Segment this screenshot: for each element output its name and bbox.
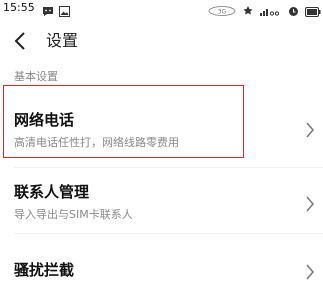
status-bar: 15:55 3G [0,0,323,18]
section-header-basic: 基本设置 [14,70,58,83]
chevron-right-icon [306,264,314,280]
page-title: 设置 [46,31,79,50]
row-subtitle: 导入导出与SIM卡联系人 [14,208,133,221]
back-button[interactable] [8,28,32,54]
status-left-icons [42,2,70,21]
alarm-icon [288,2,299,21]
nav-bar: 设置 [0,24,323,58]
svg-text:3G: 3G [218,9,227,16]
row-subtitle: 高清电话任性打，网络线路零费用 [14,136,179,149]
divider [14,167,323,168]
settings-row-network-call[interactable]: 网络电话 高清电话任性打，网络线路零费用 [0,90,323,150]
status-right-icons: 3G [208,2,321,21]
signal-icon [260,2,282,21]
chevron-right-icon [306,196,314,212]
row-title: 联系人管理 [14,183,90,201]
carrier-badge-icon: 3G [208,2,236,21]
settings-row-harassment-block[interactable]: 骚扰拦截 [0,236,323,296]
battery-icon [305,2,321,21]
settings-row-contact-management[interactable]: 联系人管理 导入导出与SIM卡联系人 [0,170,323,230]
chevron-right-icon [306,122,314,138]
status-time: 15:55 [3,1,35,14]
image-icon [59,2,70,21]
divider [14,233,323,234]
chevron-left-icon [14,32,25,50]
network-icon [242,2,254,21]
row-title: 骚扰拦截 [14,261,75,279]
row-title: 网络电话 [14,111,75,129]
chat-bubble-icon [42,2,54,21]
